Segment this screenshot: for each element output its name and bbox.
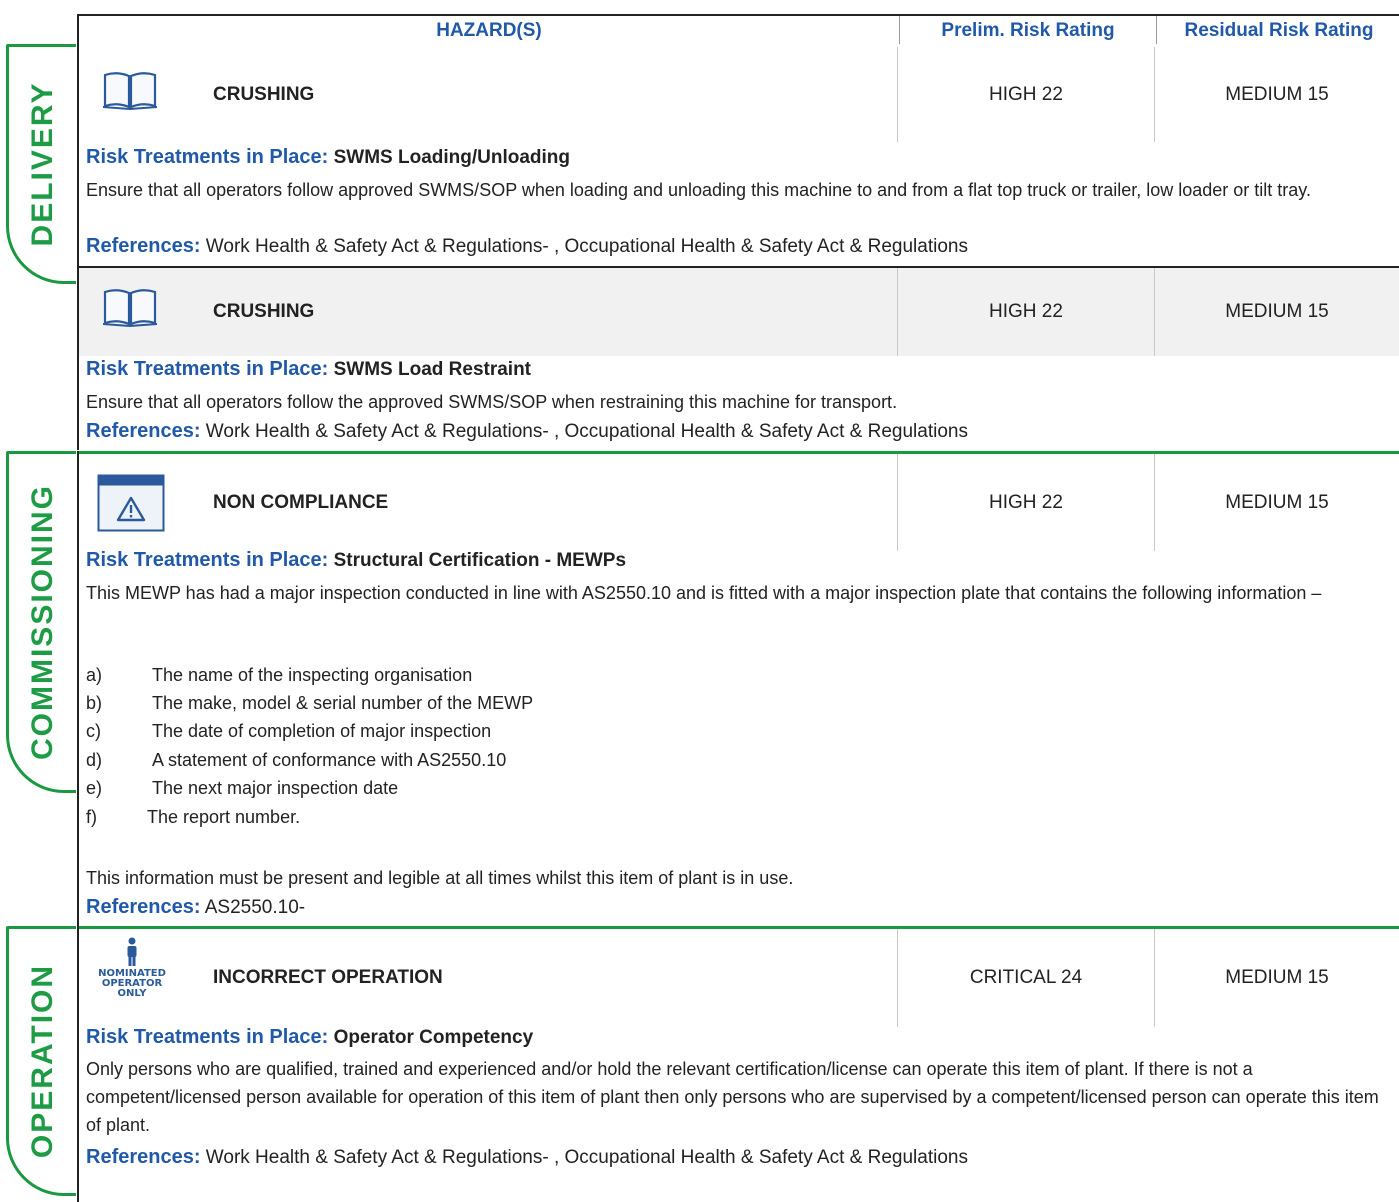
risk-treatment: Risk Treatments in Place: SWMS Load Rest…: [86, 358, 531, 381]
risk-treatment: Risk Treatments in Place: SWMS Loading/U…: [86, 146, 570, 169]
treatment-description: Ensure that all operators follow the app…: [86, 392, 898, 412]
references: References: Work Health & Safety Act & R…: [86, 420, 968, 443]
list-item: d) A statement of conformance with AS2550…: [86, 750, 506, 771]
references-text: AS2550.10-: [204, 897, 306, 918]
residual-rating: MEDIUM 15: [1225, 491, 1329, 513]
list-item: f) The report number.: [86, 807, 300, 828]
risk-treatment-label: Risk Treatments in Place:: [86, 146, 329, 168]
list-item: e) The next major inspection date: [86, 778, 398, 799]
section-commissioning: COMMISSIONING: [6, 451, 76, 793]
references: References: Work Health & Safety Act & R…: [86, 235, 968, 258]
list-text: A statement of conformance with AS2550.1…: [152, 750, 507, 770]
section-label-commissioning: COMMISSIONING: [25, 483, 59, 761]
list-key: f): [86, 807, 97, 827]
treatment-description: Ensure that all operators follow approve…: [86, 180, 1311, 200]
section-operation: OPERATION: [6, 926, 76, 1196]
risk-treatment-label: Risk Treatments in Place:: [86, 1026, 329, 1048]
section-label-operation: OPERATION: [25, 963, 59, 1159]
risk-treatment-name: SWMS Loading/Unloading: [333, 147, 571, 168]
nominated-text-line: ONLY: [117, 988, 147, 999]
list-key: e): [86, 778, 103, 798]
treatment-description: Only persons who are qualified, trained …: [86, 1059, 1379, 1135]
warning-window-icon: [97, 474, 165, 532]
references-label: References:: [86, 896, 201, 918]
header-residual-rating: Residual Risk Rating: [1184, 20, 1374, 41]
hazard-name: INCORRECT OPERATION: [213, 967, 443, 988]
risk-treatment: Risk Treatments in Place: Operator Compe…: [86, 1026, 533, 1049]
treatment-description: This MEWP has had a major inspection con…: [86, 583, 1322, 603]
risk-treatment-label: Risk Treatments in Place:: [86, 358, 329, 380]
hazard-block-3: NON COMPLIANCE HIGH 22 MEDIUM 15 Risk Tr…: [77, 451, 1399, 926]
hazard-block-2: CRUSHING HIGH 22 MEDIUM 15 Risk Treatmen…: [77, 266, 1399, 450]
prelim-rating: HIGH 22: [989, 491, 1063, 513]
list-item: a) The name of the inspecting organisatio…: [86, 665, 472, 686]
residual-rating: MEDIUM 15: [1225, 301, 1329, 322]
manual-book-icon: [101, 69, 159, 111]
list-text: The report number.: [147, 807, 301, 827]
section-label-delivery: DELIVERY: [25, 81, 59, 247]
list-key: a): [86, 665, 103, 685]
references-text: Work Health & Safety Act & Regulations- …: [205, 1147, 968, 1168]
prelim-rating: HIGH 22: [989, 301, 1063, 322]
section-delivery: DELIVERY: [6, 44, 76, 284]
list-key: b): [86, 693, 103, 713]
risk-treatment: Risk Treatments in Place: Structural Cer…: [86, 549, 626, 572]
header-hazards: HAZARD(S): [436, 20, 542, 41]
list-item: b) The make, model & serial number of the…: [86, 693, 533, 714]
hazard-block-4: NOMINATED OPERATOR ONLY INCORRECT OPERAT…: [77, 926, 1399, 1202]
references: References: Work Health & Safety Act & R…: [86, 1146, 968, 1169]
hazard-block-1: CRUSHING HIGH 22 MEDIUM 15 Risk Treatmen…: [77, 44, 1399, 266]
hazard-row: CRUSHING HIGH 22 MEDIUM 15: [79, 47, 1399, 142]
header-prelim-rating: Prelim. Risk Rating: [941, 20, 1115, 41]
list-text: The make, model & serial number of the M…: [152, 693, 534, 713]
prelim-rating: CRITICAL 24: [969, 967, 1083, 988]
residual-rating: MEDIUM 15: [1225, 83, 1329, 105]
risk-assessment-page: HAZARD(S) Prelim. Risk Rating Residual R…: [0, 0, 1399, 1202]
risk-treatment-name: SWMS Load Restraint: [333, 359, 532, 380]
references-text: Work Health & Safety Act & Regulations- …: [205, 421, 968, 442]
list-key: c): [86, 721, 101, 741]
list-text: The date of completion of major inspecti…: [152, 721, 492, 741]
hazard-name: NON COMPLIANCE: [213, 491, 389, 513]
hazard-name: CRUSHING: [213, 83, 315, 105]
references-label: References:: [86, 1146, 201, 1168]
references-label: References:: [86, 420, 201, 442]
table-header: HAZARD(S) Prelim. Risk Rating Residual R…: [77, 14, 1399, 44]
hazard-row: CRUSHING HIGH 22 MEDIUM 15: [79, 268, 1399, 356]
references-label: References:: [86, 235, 201, 257]
references-text: Work Health & Safety Act & Regulations- …: [205, 236, 968, 257]
nominated-operator-icon: NOMINATED OPERATOR ONLY: [91, 937, 173, 999]
manual-book-icon: [101, 286, 159, 328]
risk-treatment-label: Risk Treatments in Place:: [86, 549, 329, 571]
list-key: d): [86, 750, 103, 770]
list-text: The name of the inspecting organisation: [152, 665, 473, 685]
hazard-row: NOMINATED OPERATOR ONLY INCORRECT OPERAT…: [79, 929, 1399, 1027]
residual-rating: MEDIUM 15: [1225, 967, 1329, 988]
risk-treatment-name: Structural Certification - MEWPs: [333, 550, 627, 571]
list-item: c) The date of completion of major inspec…: [86, 721, 491, 742]
references: References: AS2550.10-: [86, 896, 305, 919]
hazard-row: NON COMPLIANCE HIGH 22 MEDIUM 15: [79, 454, 1399, 551]
list-text: The next major inspection date: [152, 778, 399, 798]
closing-note: This information must be present and leg…: [86, 868, 794, 888]
hazard-name: CRUSHING: [213, 301, 315, 322]
risk-treatment-name: Operator Competency: [333, 1027, 534, 1048]
prelim-rating: HIGH 22: [989, 83, 1063, 105]
